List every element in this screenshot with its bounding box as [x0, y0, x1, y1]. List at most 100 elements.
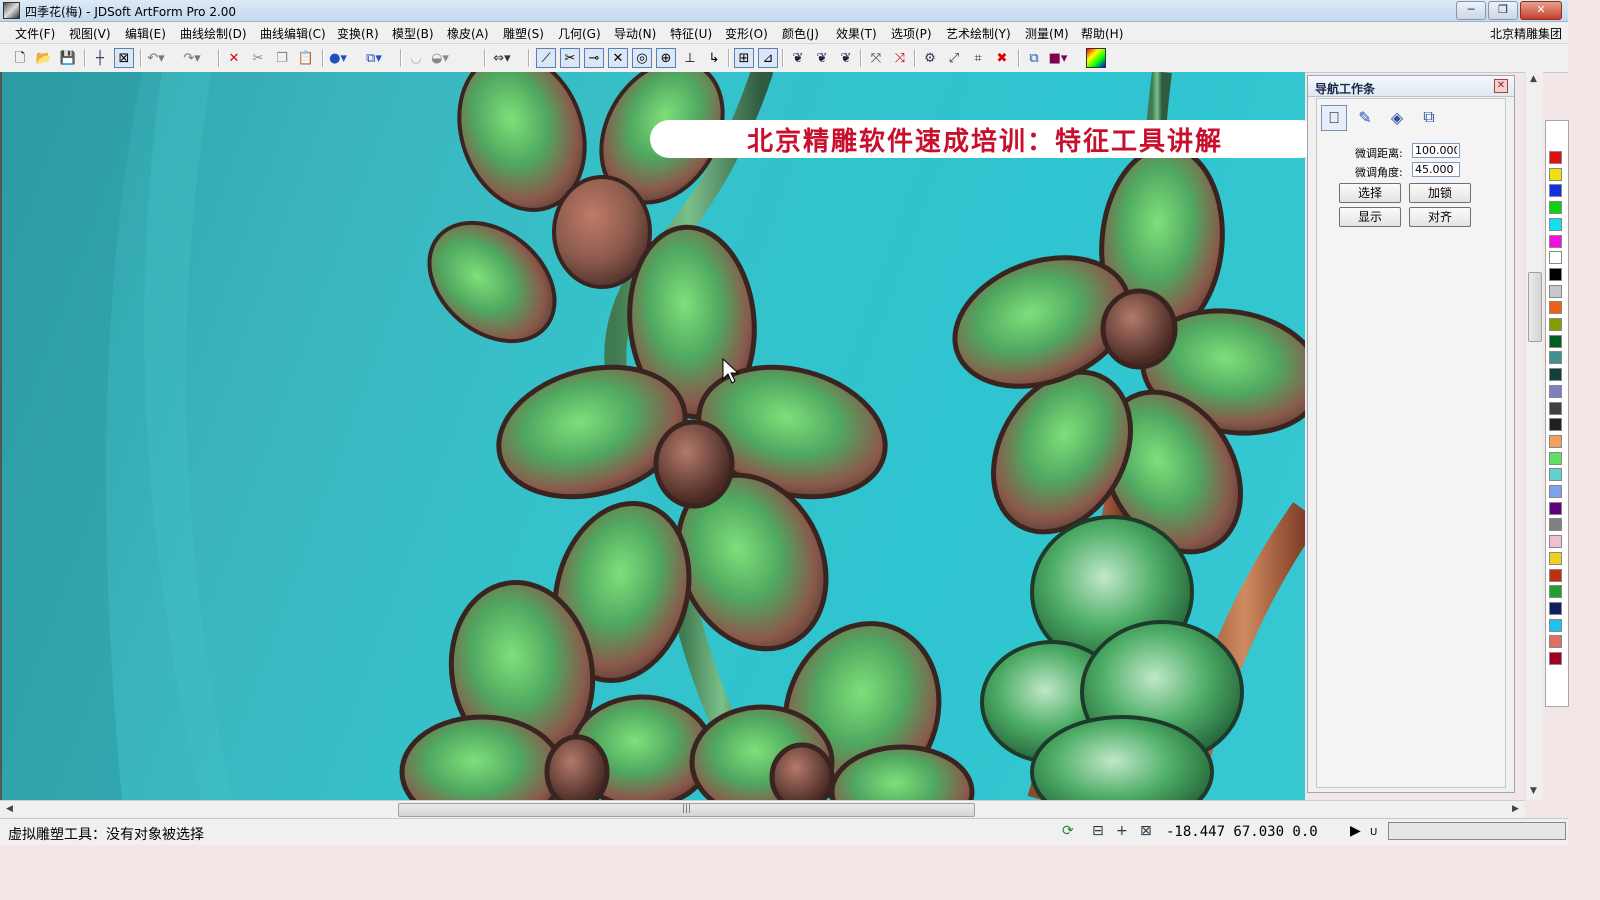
color-swatch[interactable]	[1549, 635, 1562, 649]
feature-edit-icon[interactable]: ✎	[1353, 105, 1377, 129]
vertical-scrollbar[interactable]: ▲ ▼	[1525, 72, 1543, 800]
sculpt-2-icon[interactable]: ❦	[812, 48, 832, 68]
color-swatch[interactable]	[1549, 451, 1562, 465]
scroll-left-icon[interactable]: ◀	[6, 804, 13, 814]
color-swatch[interactable]	[1549, 284, 1562, 298]
close-red-icon[interactable]: ✖	[992, 48, 1012, 68]
ruler-icon[interactable]: ⊟	[1092, 823, 1104, 839]
color-swatch[interactable]	[1549, 434, 1562, 448]
save-icon[interactable]: 💾	[58, 48, 78, 68]
color-swatch-icon[interactable]: ■▾	[1048, 48, 1068, 68]
feature-transform-icon[interactable]: ⧉	[1417, 105, 1441, 129]
crosshair-icon[interactable]: ┼	[90, 48, 110, 68]
menu-help[interactable]: 帮助(H)	[1081, 25, 1123, 42]
circle-tool-icon[interactable]: ◎	[632, 48, 652, 68]
shape-2-icon[interactable]: ⤢	[944, 48, 964, 68]
sculpt-3-icon[interactable]: ❦	[836, 48, 856, 68]
redo-icon[interactable]: ↷▾	[182, 48, 202, 68]
color-swatch[interactable]	[1549, 217, 1562, 231]
grid-snap-icon[interactable]: ⊞	[734, 48, 754, 68]
menu-file[interactable]: 文件(F)	[15, 25, 55, 42]
cross-tool-icon[interactable]: ✕	[608, 48, 628, 68]
menu-deform[interactable]: 变形(O)	[725, 25, 768, 42]
curve-edit-icon[interactable]: ⤧	[866, 48, 886, 68]
color-swatch[interactable]	[1549, 518, 1562, 532]
menu-edit[interactable]: 编辑(E)	[125, 25, 166, 42]
hook-tool-icon[interactable]: ↳	[704, 48, 724, 68]
app-logo-icon[interactable]	[3, 2, 20, 19]
copy-icon[interactable]: ❐	[272, 48, 292, 68]
feature-select-icon[interactable]: ⎕	[1321, 105, 1347, 131]
minimize-button[interactable]: ─	[1456, 1, 1486, 20]
color-swatch[interactable]	[1549, 652, 1562, 665]
graph-tool-icon[interactable]: ⊿	[758, 48, 778, 68]
lock-button[interactable]: 加锁	[1409, 183, 1471, 203]
close-button[interactable]: ✕	[1520, 1, 1562, 20]
refresh-icon[interactable]: ⟳	[1062, 823, 1074, 839]
crosshair-status-icon[interactable]: +	[1116, 823, 1128, 839]
color-swatch[interactable]	[1549, 234, 1562, 248]
horizontal-scroll-thumb[interactable]: |||	[398, 803, 975, 817]
delete-icon[interactable]: ✕	[224, 48, 244, 68]
feature-layer-icon[interactable]: ◈	[1385, 105, 1409, 129]
menu-effect[interactable]: 效果(T)	[836, 25, 877, 42]
open-folder-icon[interactable]: 📂	[34, 48, 54, 68]
nav-panel-close-icon[interactable]: ✕	[1494, 79, 1508, 93]
color-swatch[interactable]	[1549, 167, 1562, 181]
restore-button[interactable]: ❐	[1488, 1, 1518, 20]
color-swatch[interactable]	[1549, 418, 1562, 432]
vertical-scroll-thumb[interactable]	[1528, 272, 1542, 342]
gradient-icon[interactable]	[1086, 48, 1106, 68]
color-swatch[interactable]	[1549, 334, 1562, 348]
shape-3-icon[interactable]: ⌗	[968, 48, 988, 68]
menu-feature[interactable]: 特征(U)	[670, 25, 712, 42]
horizontal-scrollbar[interactable]: ◀ ||| ▶	[0, 800, 1525, 818]
line-tool-icon[interactable]: ⟋	[536, 48, 556, 68]
color-swatch[interactable]	[1549, 485, 1562, 498]
menu-curve-edit[interactable]: 曲线编辑(C)	[260, 25, 326, 42]
scroll-right-icon[interactable]: ▶	[1512, 804, 1519, 814]
menu-transform[interactable]: 变换(R)	[337, 25, 379, 42]
color-swatch[interactable]	[1549, 618, 1562, 632]
color-swatch[interactable]	[1549, 601, 1562, 615]
extend-tool-icon[interactable]: ⊸	[584, 48, 604, 68]
color-swatch[interactable]	[1549, 384, 1562, 398]
fit-status-icon[interactable]: ⊠	[1140, 823, 1152, 839]
perpendicular-tool-icon[interactable]: ⊥	[680, 48, 700, 68]
color-swatch[interactable]	[1549, 301, 1562, 315]
trim-tool-icon[interactable]: ✂	[560, 48, 580, 68]
menu-measure[interactable]: 测量(M)	[1025, 25, 1069, 42]
paste-icon[interactable]: 📋	[296, 48, 316, 68]
menu-art-draw[interactable]: 艺术绘制(Y)	[946, 25, 1011, 42]
align-button[interactable]: 对齐	[1409, 207, 1471, 227]
color-swatch[interactable]	[1549, 568, 1562, 582]
color-swatch[interactable]	[1549, 468, 1562, 482]
sphere-icon[interactable]: ●▾	[328, 48, 348, 68]
color-swatch[interactable]	[1549, 368, 1562, 382]
fit-view-icon[interactable]: ⊠	[114, 48, 134, 68]
color-swatch[interactable]	[1549, 151, 1562, 164]
color-swatch[interactable]	[1549, 267, 1562, 281]
layers-icon[interactable]: ⧉	[1024, 48, 1044, 68]
drag-icon[interactable]: ⇔▾	[492, 48, 512, 68]
select-button[interactable]: 选择	[1339, 183, 1401, 203]
color-swatch[interactable]	[1549, 401, 1562, 415]
color-swatch[interactable]	[1549, 251, 1562, 265]
bowl-solid-icon[interactable]: ◒▾	[430, 48, 450, 68]
menu-curve-draw[interactable]: 曲线绘制(D)	[180, 25, 247, 42]
color-swatch[interactable]	[1549, 585, 1562, 599]
scroll-up-icon[interactable]: ▲	[1530, 74, 1537, 84]
menu-view[interactable]: 视图(V)	[69, 25, 111, 42]
menu-sculpt[interactable]: 雕塑(S)	[503, 25, 544, 42]
color-swatch[interactable]	[1549, 535, 1562, 549]
color-swatch[interactable]	[1549, 201, 1562, 215]
color-swatch[interactable]	[1549, 184, 1562, 198]
model-canvas[interactable]	[0, 72, 1305, 800]
menu-guide[interactable]: 导动(N)	[614, 25, 656, 42]
sculpt-1-icon[interactable]: ❦	[788, 48, 808, 68]
curve-delete-icon[interactable]: ⤨	[890, 48, 910, 68]
menu-eraser[interactable]: 橡皮(A)	[447, 25, 489, 42]
fine-angle-input[interactable]	[1412, 162, 1460, 177]
color-swatch[interactable]	[1549, 351, 1562, 365]
menu-geometry[interactable]: 几何(G)	[558, 25, 601, 42]
